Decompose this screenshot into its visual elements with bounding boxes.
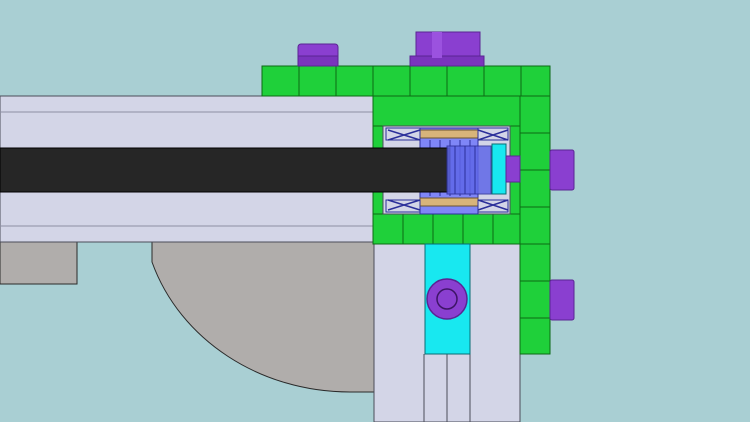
cad-drawing[interactable] [0,0,750,422]
pulley-icon [409,31,485,67]
green-side-plate [519,95,551,355]
nut-icon [549,279,575,321]
bar-end-cap [446,145,492,195]
cyan-spacer [491,143,507,195]
gray-block [0,239,78,285]
cad-viewport[interactable] [0,0,750,422]
black-bar [0,147,451,193]
bolt-socket-icon [426,278,468,320]
green-top-plate [261,65,551,97]
bolt-head-icon [297,43,339,67]
